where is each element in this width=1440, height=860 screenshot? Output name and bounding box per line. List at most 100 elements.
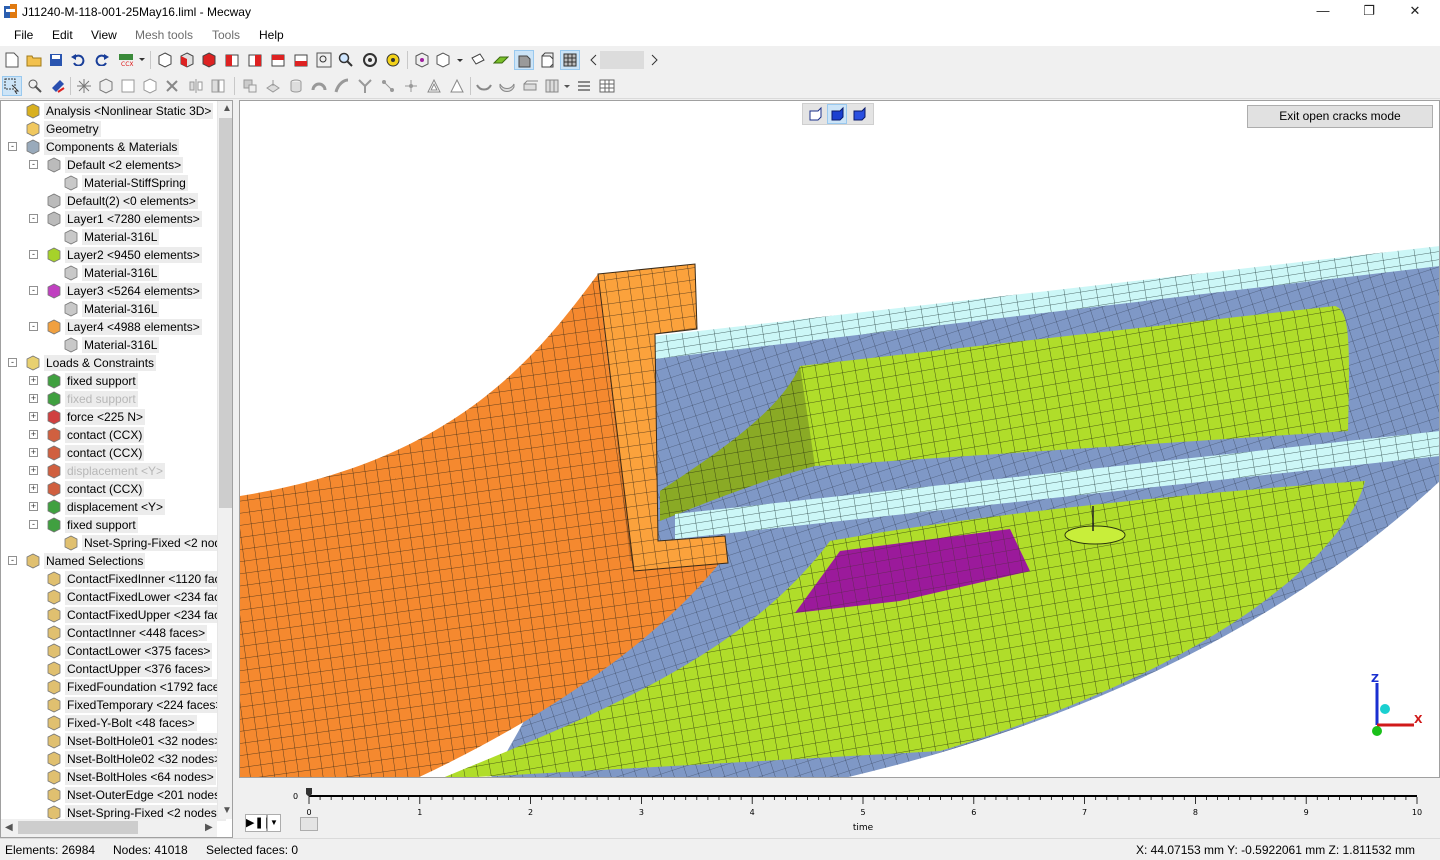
tree-vertical-scrollbar[interactable]: ▲ ▼	[217, 101, 232, 819]
time-input-box[interactable]	[300, 817, 318, 831]
tree-item[interactable]: Default <2 elements>	[46, 156, 184, 174]
move-icon[interactable]	[240, 76, 260, 96]
menu-help[interactable]: Help	[259, 28, 284, 42]
minimize-button[interactable]: —	[1300, 0, 1346, 22]
tree-item[interactable]: fixed support	[46, 390, 138, 408]
display-mode-icon[interactable]	[434, 50, 464, 70]
tree-item[interactable]: fixed support	[46, 372, 138, 390]
zoom-fit-icon[interactable]	[314, 50, 334, 70]
exit-open-cracks-button[interactable]: Exit open cracks mode	[1247, 105, 1433, 128]
select-tool-icon[interactable]	[2, 76, 22, 96]
tree-item[interactable]: Material-316L	[63, 300, 160, 318]
tree-item[interactable]: Components & Materials	[25, 138, 180, 156]
shaded-view-icon[interactable]	[514, 50, 534, 70]
play-pause-button[interactable]: ▶❚❚	[245, 814, 273, 832]
solve-ccx-icon[interactable]: CCX	[116, 50, 146, 70]
tree-item[interactable]: Nset-OuterEdge <201 nodes:	[46, 786, 226, 804]
tree-hscroll-thumb[interactable]	[18, 821, 138, 834]
scroll-up-icon[interactable]: ▲	[222, 103, 232, 114]
show-surface-icon[interactable]	[491, 50, 511, 70]
view-front-icon[interactable]	[177, 50, 197, 70]
shell-icon[interactable]	[474, 76, 494, 96]
scroll-right-small-icon[interactable]: ▶	[205, 822, 213, 833]
tree-expander[interactable]: +	[29, 376, 38, 385]
copy-pattern-icon[interactable]	[208, 76, 228, 96]
pan-icon[interactable]	[383, 50, 403, 70]
scroll-right-icon[interactable]	[645, 50, 665, 70]
tree-expander[interactable]: +	[29, 412, 38, 421]
cylinder-icon[interactable]	[286, 76, 306, 96]
tree-item[interactable]: Layer3 <5264 elements>	[46, 282, 202, 300]
tree-item[interactable]: ContactInner <448 faces>	[46, 624, 208, 642]
tree-item[interactable]: contact (CCX)	[46, 444, 145, 462]
tree-item[interactable]: Nset-BoltHoles <64 nodes>	[46, 768, 216, 786]
explode-icon[interactable]	[74, 76, 94, 96]
tree-item[interactable]: displacement <Y>	[46, 498, 166, 516]
view-shaded-icon[interactable]	[849, 104, 869, 124]
select-region-icon[interactable]	[25, 76, 45, 96]
menu-tools[interactable]: Tools	[212, 28, 240, 42]
split-icon[interactable]	[355, 76, 375, 96]
view-transparent-icon[interactable]	[805, 104, 825, 124]
tree-expander[interactable]: +	[29, 466, 38, 475]
tree-expander[interactable]: +	[29, 430, 38, 439]
tree-item[interactable]: contact (CCX)	[46, 480, 145, 498]
play-options-dropdown[interactable]: ▼	[267, 814, 281, 832]
tree-item[interactable]: Loads & Constraints	[25, 354, 157, 372]
tree-item[interactable]: Fixed-Y-Bolt <48 faces>	[46, 714, 197, 732]
tree-item[interactable]: Analysis <Nonlinear Static 3D>	[25, 102, 214, 120]
tree-item[interactable]: Layer4 <4988 elements>	[46, 318, 202, 336]
view-top-icon[interactable]	[268, 50, 288, 70]
tree-expander[interactable]: +	[29, 394, 38, 403]
mesh-lines-icon[interactable]	[560, 50, 580, 70]
tree-item[interactable]: Layer2 <9450 elements>	[46, 246, 202, 264]
maximize-button[interactable]: ❐	[1346, 0, 1392, 22]
tree-expander[interactable]: -	[29, 286, 38, 295]
tree-item[interactable]: ContactFixedInner <1120 face	[46, 570, 230, 588]
refine-icon[interactable]	[96, 76, 116, 96]
redo-icon[interactable]	[92, 50, 112, 70]
scroll-down-icon[interactable]: ▼	[222, 805, 232, 816]
scroll-left-small-icon[interactable]: ◀	[5, 822, 13, 833]
merge-nodes-icon[interactable]	[378, 76, 398, 96]
table-icon[interactable]	[597, 76, 617, 96]
undo-icon[interactable]	[68, 50, 88, 70]
select-nodes-icon[interactable]	[412, 50, 432, 70]
tree-item[interactable]: force <225 N>	[46, 408, 146, 426]
triangle-icon[interactable]	[424, 76, 444, 96]
tree-expander[interactable]: -	[29, 160, 38, 169]
sweep-icon[interactable]	[332, 76, 352, 96]
tree-vscroll-thumb[interactable]	[219, 118, 232, 508]
tree-expander[interactable]: -	[29, 214, 38, 223]
tree-item[interactable]: Layer1 <7280 elements>	[46, 210, 202, 228]
menu-file[interactable]: File	[14, 28, 33, 42]
extrude-icon[interactable]	[263, 76, 283, 96]
tree-expander[interactable]: -	[29, 322, 38, 331]
tree-item[interactable]: ContactLower <375 faces>	[46, 642, 213, 660]
menu-edit[interactable]: Edit	[52, 28, 73, 42]
delete-icon[interactable]	[162, 76, 182, 96]
tree-item[interactable]: displacement <Y>	[46, 462, 166, 480]
tree-expander[interactable]: -	[8, 358, 17, 367]
zoom-icon[interactable]	[336, 50, 356, 70]
tree-expander[interactable]: +	[29, 448, 38, 457]
tree-expander[interactable]: -	[8, 556, 17, 565]
triangle-outline-icon[interactable]	[447, 76, 467, 96]
view-right-icon[interactable]	[245, 50, 265, 70]
tree-expander[interactable]: -	[8, 142, 17, 151]
tree-item[interactable]: Material-StiffSpring	[63, 174, 188, 192]
tree-item[interactable]: Material-316L	[63, 228, 160, 246]
new-file-icon[interactable]	[2, 50, 22, 70]
view-solid-icon[interactable]	[827, 104, 847, 124]
box-icon[interactable]	[118, 76, 138, 96]
tree-item[interactable]: contact (CCX)	[46, 426, 145, 444]
cube-icon[interactable]	[140, 76, 160, 96]
tree-item[interactable]: FixedTemporary <224 faces>	[46, 696, 225, 714]
tree-item[interactable]: ContactUpper <376 faces>	[46, 660, 213, 678]
tree-item[interactable]: Geometry	[25, 120, 101, 138]
tree-horizontal-scrollbar[interactable]: ◀ ▶	[1, 819, 217, 837]
model-viewport[interactable]: Exit open cracks mode Z X	[239, 100, 1440, 778]
menu-view[interactable]: View	[91, 28, 117, 42]
tree-expander[interactable]: +	[29, 502, 38, 511]
tree-item[interactable]: fixed support	[46, 516, 138, 534]
